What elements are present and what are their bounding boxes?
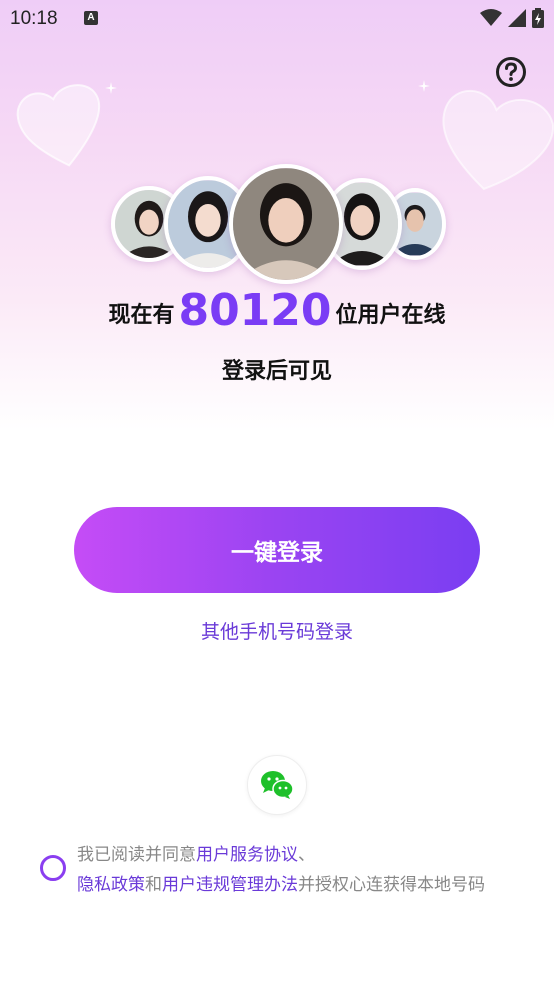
agreement-prefix: 我已阅读并同意 <box>77 845 196 865</box>
agreement-separator: 、 <box>298 845 315 865</box>
status-icons <box>480 8 544 28</box>
heart-decoration-left <box>16 84 101 167</box>
wechat-login-button[interactable] <box>247 755 307 815</box>
online-suffix: 位用户在线 <box>335 303 446 328</box>
question-circle-icon[interactable] <box>495 56 527 88</box>
online-count: 80120 <box>178 285 332 336</box>
violation-rules-link[interactable]: 用户违规管理办法 <box>162 875 298 895</box>
wechat-icon <box>261 771 294 799</box>
signal-icon <box>508 9 526 27</box>
sparkle-decoration <box>105 82 117 94</box>
wifi-icon <box>480 9 502 26</box>
avatar <box>229 164 343 284</box>
other-phone-login-link[interactable]: 其他手机号码登录 <box>0 617 554 644</box>
online-count-line: 现在有80120 位用户在线 <box>0 285 554 336</box>
avatar-group <box>0 160 554 290</box>
battery-charging-icon <box>532 8 544 28</box>
one-click-login-button[interactable]: 一键登录 <box>74 507 480 593</box>
agreement-suffix: 并授权心连获得本地号码 <box>298 875 485 895</box>
agreement-text: 我已阅读并同意用户服务协议、隐私政策和用户违规管理办法并授权心连获得本地号码 <box>77 840 537 900</box>
a-letter-icon: A <box>84 11 98 25</box>
agreement-and: 和 <box>145 875 162 895</box>
service-agreement-link[interactable]: 用户服务协议 <box>196 845 298 865</box>
subtitle: 登录后可见 <box>221 359 332 384</box>
online-prefix: 现在有 <box>108 303 175 328</box>
privacy-policy-link[interactable]: 隐私政策 <box>77 875 145 895</box>
status-time: 10:18 <box>10 8 58 29</box>
status-bar: 10:18 A <box>0 0 554 38</box>
agreement-checkbox[interactable] <box>40 855 66 881</box>
sparkle-decoration <box>418 80 430 92</box>
